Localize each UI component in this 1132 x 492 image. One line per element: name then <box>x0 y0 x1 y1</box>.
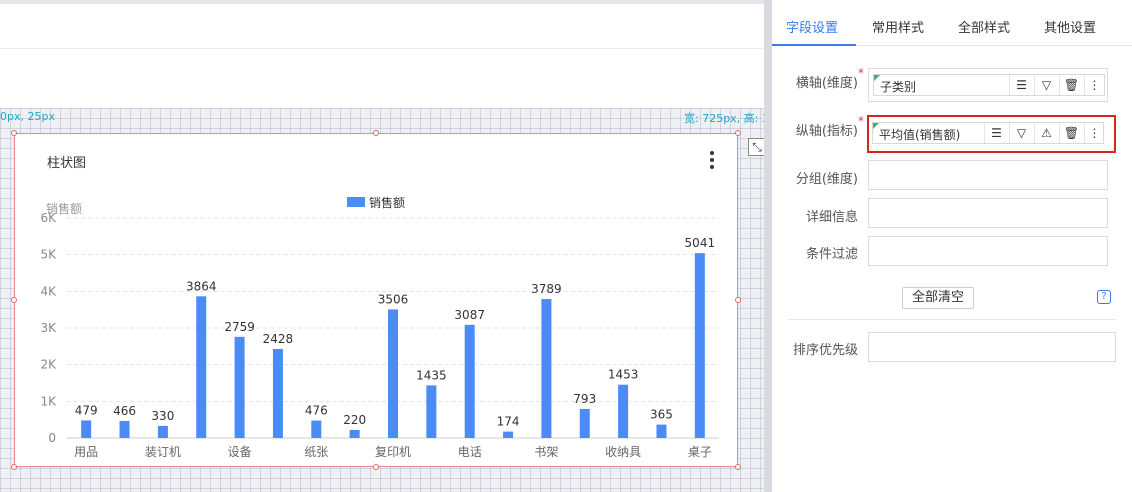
data-label: 793 <box>573 392 596 406</box>
filter-icon[interactable]: ▽ <box>1034 75 1058 95</box>
data-label: 1435 <box>416 368 447 382</box>
x-axis-label: 横轴(维度) <box>795 76 858 91</box>
required-mark: * <box>858 66 864 80</box>
resize-handle-bl[interactable] <box>11 464 17 470</box>
x-tick-label: 纸张 <box>304 445 328 459</box>
data-label: 3087 <box>454 308 485 322</box>
resize-handle-tr[interactable] <box>735 130 741 136</box>
x-axis-field-name: 子类别 <box>880 80 917 94</box>
bar <box>119 420 130 438</box>
bar <box>157 425 168 438</box>
x-tick-label: 书架 <box>534 445 558 459</box>
filter-label: 条件过滤 <box>805 247 858 262</box>
data-label: 466 <box>113 404 136 418</box>
bar <box>694 253 705 438</box>
required-mark: * <box>858 114 864 128</box>
tab-field-settings[interactable]: 字段设置 <box>786 17 838 36</box>
clear-all-button[interactable]: 全部清空 <box>902 287 974 309</box>
y-tick-label: 5K <box>40 248 57 262</box>
expand-icon[interactable]: ⤡ <box>748 138 764 156</box>
more-icon[interactable]: ⋮ <box>1084 75 1104 95</box>
bar <box>503 431 514 438</box>
data-label: 3506 <box>378 292 409 306</box>
resize-handle-mr[interactable] <box>735 297 741 303</box>
sort-priority-dropzone[interactable] <box>868 332 1116 362</box>
x-axis-dropzone[interactable]: 子类别 ☰ ▽ 🗑 ⋮ <box>868 68 1108 102</box>
filter-dropzone[interactable] <box>868 236 1108 266</box>
bar-chart-svg: 01K2K3K4K5K6K销售额 销售额479 466 330386427592428… <box>40 195 719 459</box>
trash-icon[interactable]: 🗑 <box>1059 75 1083 95</box>
x-tick-label: 用品 <box>74 445 98 459</box>
x-tick-label: 复印机 <box>375 445 411 459</box>
y-tick-label: 1K <box>40 394 57 408</box>
settings-panel: 字段设置 常用样式 全部样式 其他设置 横轴(维度) * 子类别 ☰ ▽ 🗑 ⋮… <box>772 0 1132 492</box>
resize-handle-bm[interactable] <box>373 464 379 470</box>
x-tick-label: 收纳具 <box>605 445 641 459</box>
bar-chart-widget[interactable]: 柱状图 0 1K 2K 3K 4K 5K 6K 销售额 销售额 479 466 330 3864 2759… <box>14 133 738 467</box>
data-label: 476 <box>305 404 328 418</box>
tab-common-style[interactable]: 常用样式 <box>872 17 924 36</box>
sort-priority-label: 排序优先级 <box>792 343 858 358</box>
data-label: 220 <box>343 413 366 427</box>
data-label: 365 <box>650 408 673 422</box>
bar <box>541 299 552 438</box>
bar <box>272 348 283 438</box>
detail-dropzone[interactable] <box>868 198 1108 228</box>
bar <box>426 385 437 438</box>
bar <box>656 424 667 438</box>
x-tick-label: 设备 <box>228 445 252 459</box>
data-label: 1453 <box>608 368 639 382</box>
data-label: 2759 <box>224 320 255 334</box>
data-label: 174 <box>497 415 520 429</box>
tab-other-settings[interactable]: 其他设置 <box>1044 17 1096 36</box>
resize-handle-tl[interactable] <box>11 130 17 136</box>
bar <box>464 324 475 438</box>
y-tick-label: 0 <box>48 431 56 445</box>
size-readout: 宽: 725px, 高: 3 <box>684 112 764 125</box>
panel-divider <box>788 319 1116 320</box>
y-tick-label: 4K <box>40 284 57 298</box>
tab-all-style[interactable]: 全部样式 <box>958 17 1010 36</box>
data-label: 3789 <box>531 282 562 296</box>
x-tick-label: 桌子 <box>688 445 712 459</box>
legend-swatch <box>347 197 365 207</box>
x-tick-label: 电话 <box>458 445 482 459</box>
y-axis-label: 纵轴(指标) <box>795 124 858 139</box>
data-label: 2428 <box>263 332 294 346</box>
sort-icon[interactable]: ☰ <box>1009 75 1033 95</box>
help-icon[interactable]: ? <box>1097 290 1111 304</box>
bar <box>388 309 398 438</box>
bar <box>579 408 590 438</box>
x-tick-label: 装订机 <box>145 445 181 459</box>
active-tab-indicator <box>772 44 856 46</box>
detail-label: 详细信息 <box>805 210 858 225</box>
resize-handle-br[interactable] <box>735 464 741 470</box>
data-label: 3864 <box>186 279 217 293</box>
y-axis-title: 销售额 <box>46 201 82 216</box>
panel-splitter[interactable] <box>764 0 772 492</box>
resize-handle-tm[interactable] <box>373 130 379 136</box>
bar <box>618 384 629 438</box>
legend-label: 销售额 <box>369 195 405 210</box>
bar <box>234 336 245 438</box>
group-label: 分组(维度) <box>795 172 858 187</box>
y-tick-label: 2K <box>40 358 57 372</box>
bar <box>81 420 92 438</box>
resize-handle-ml[interactable] <box>11 297 17 303</box>
bar <box>311 420 322 438</box>
y-tick-label: 3K <box>40 321 57 335</box>
bar <box>349 429 360 438</box>
canvas-header-area <box>0 4 764 108</box>
settings-tabs: 字段设置 常用样式 全部样式 其他设置 <box>772 0 1132 46</box>
header-divider <box>0 48 764 49</box>
dashboard-canvas: 0px, 25px 宽: 725px, 高: 3 柱状图 0 1K 2K 3K 4K 5K… <box>0 0 764 492</box>
group-dropzone[interactable] <box>868 160 1108 190</box>
bar <box>196 296 207 438</box>
highlight-box <box>867 115 1116 153</box>
x-axis-field-chip[interactable]: 子类别 ☰ ▽ 🗑 ⋮ <box>873 74 1105 96</box>
position-readout: 0px, 25px <box>0 110 55 123</box>
data-label: 330 <box>151 409 174 423</box>
data-label: 5041 <box>685 236 716 250</box>
data-label: 479 <box>75 403 98 417</box>
